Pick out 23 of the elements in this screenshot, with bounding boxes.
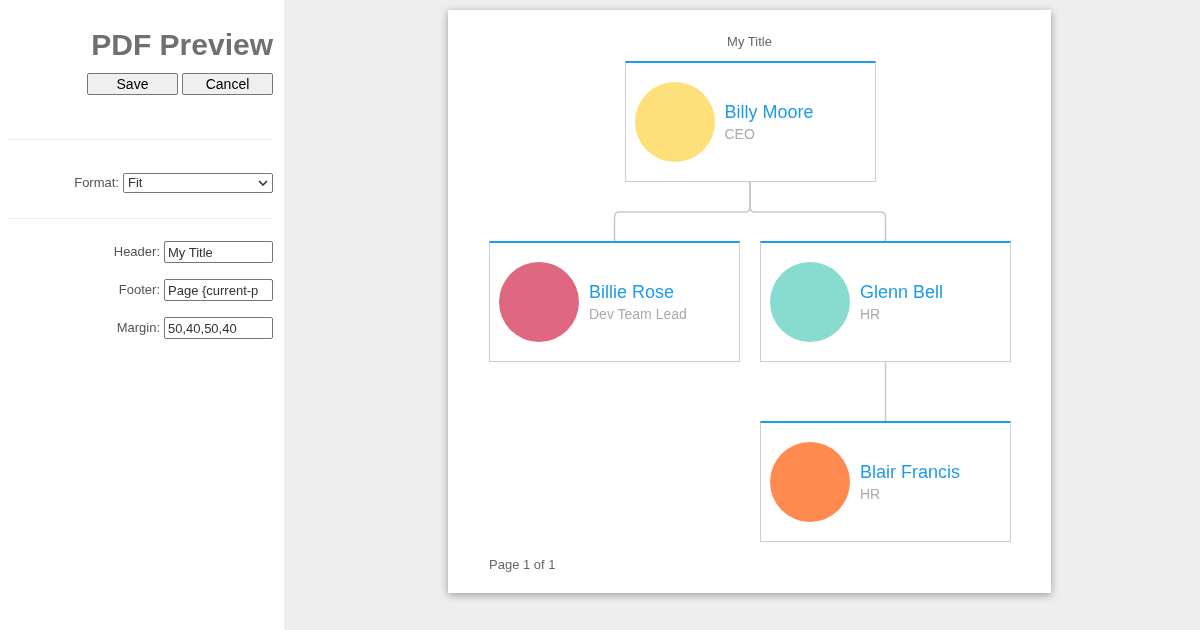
page-header: My Title [726, 33, 773, 51]
field-label: Margin: [116, 319, 160, 338]
person-name: Glenn Bell [860, 281, 944, 304]
page-footer: Page 1 of 1 [489, 555, 556, 575]
cancel-button[interactable]: Cancel [182, 73, 273, 95]
input-field[interactable]: 50,40,50,40 [164, 317, 273, 339]
input-field[interactable]: Page {current-p [164, 279, 273, 301]
person-role: HR [860, 305, 882, 324]
field-label: Header: [113, 243, 160, 262]
person-role: Dev Team Lead [589, 305, 687, 324]
person-role: CEO [724, 125, 756, 144]
panel-title: PDF Preview [90, 27, 273, 63]
save-button[interactable]: Save [87, 73, 178, 95]
person-name: Billy Moore [724, 101, 814, 124]
chevron-down-icon [258, 180, 268, 186]
connector-line [884, 361, 887, 422]
person-name: Billie Rose [589, 281, 676, 304]
field-label: Footer: [118, 281, 160, 300]
person-name: Blair Francis [860, 461, 961, 484]
person-role: HR [860, 485, 882, 504]
input-field[interactable]: My Title [164, 241, 273, 263]
format-select[interactable]: Fit [123, 173, 273, 193]
format-label: Format: [74, 174, 119, 193]
